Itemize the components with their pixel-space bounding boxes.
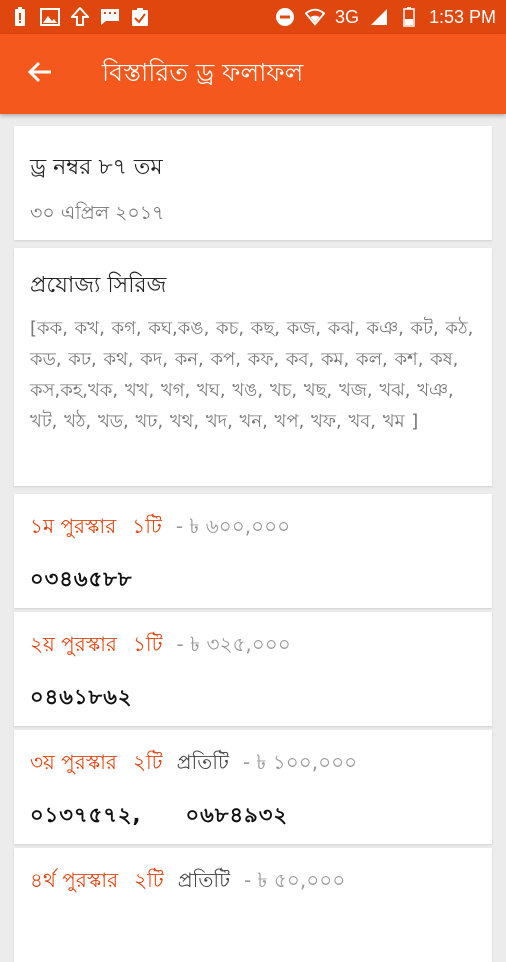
prize-card: ১ম পুরস্কার ১টি - ৳ ৬০০,০০০ ০৩৪৬৫৮৮ — [14, 494, 492, 608]
app-bar: বিস্তারিত ড্র ফলাফল — [0, 34, 506, 114]
prize-amount: - ৳ ১০০,০০০ — [242, 750, 358, 774]
clock: 1:53 PM — [428, 6, 496, 27]
winning-number: ০৩৪৬৫৮৮ — [30, 567, 133, 591]
network-type: 3G — [334, 6, 359, 27]
message-icon — [100, 7, 120, 27]
prize-name: ৪র্থ পুরস্কার — [30, 868, 119, 892]
prize-count: ১টি — [132, 632, 163, 656]
upload-icon — [70, 7, 90, 27]
winning-numbers: ০৪৬১৮৬২ — [30, 681, 476, 716]
battery-icon — [399, 7, 419, 27]
signal-icon — [369, 7, 389, 27]
do-not-disturb-icon — [275, 7, 295, 27]
prize-amount: - ৳ ৫০,০০০ — [243, 868, 346, 892]
battery-alert-icon — [10, 7, 30, 27]
prize-name: ১ম পুরস্কার — [30, 514, 117, 538]
prize-count: ২টি — [132, 750, 163, 774]
winning-number: ০৬৮৪৯৩২ — [185, 803, 289, 827]
prize-each-label: প্রতিটি — [176, 750, 229, 774]
draw-date: ৩০ এপ্রিল ২০১৭ — [30, 202, 165, 224]
series-card: প্রযোজ্য সিরিজ [কক, কখ, কগ, কঘ,কঙ, কচ, ক… — [14, 248, 492, 486]
series-title: প্রযোজ্য সিরিজ — [30, 273, 167, 298]
status-bar: 3G 1:53 PM — [0, 0, 506, 34]
wifi-icon — [304, 7, 325, 27]
prize-name: ৩য় পুরস্কার — [30, 750, 117, 774]
status-bar-right: 3G 1:53 PM — [275, 7, 496, 28]
image-icon — [40, 7, 60, 27]
prize-card: ৪র্থ পুরস্কার ২টি প্রতিটি - ৳ ৫০,০০০ — [14, 848, 492, 962]
prize-header: ৩য় পুরস্কার ২টি প্রতিটি - ৳ ১০০,০০০ — [30, 748, 476, 781]
prize-each-label: প্রতিটি — [177, 868, 230, 892]
winning-number: ০৪৬১৮৬২ — [30, 685, 133, 709]
prize-header: ৪র্থ পুরস্কার ২টি প্রতিটি - ৳ ৫০,০০০ — [30, 866, 476, 899]
prize-card: ২য় পুরস্কার ১টি - ৳ ৩২৫,০০০ ০৪৬১৮৬২ — [14, 612, 492, 726]
winning-numbers: ০৩৪৬৫৮৮ — [30, 563, 476, 598]
series-list: [কক, কখ, কগ, কঘ,কঙ, কচ, কছ, কজ, কঝ, কঞ, … — [30, 318, 474, 432]
prize-count: ২টি — [134, 868, 164, 892]
draw-info-card: ড্র নম্বর ৮৭ তম ৩০ এপ্রিল ২০১৭ — [14, 126, 492, 240]
prize-name: ২য় পুরস্কার — [30, 632, 117, 656]
prize-amount: - ৳ ৩২৫,০০০ — [176, 632, 291, 656]
winning-numbers: ০১৩৭৫৭২, ০৬৮৪৯৩২ — [30, 799, 476, 834]
clipboard-check-icon — [130, 7, 150, 27]
back-arrow-icon[interactable] — [27, 60, 53, 88]
draw-number: ড্র নম্বর ৮৭ তম — [30, 155, 163, 180]
prize-card: ৩য় পুরস্কার ২টি প্রতিটি - ৳ ১০০,০০০ ০১৩… — [14, 730, 492, 844]
winning-number: ০১৩৭৫৭২, — [30, 803, 142, 827]
prize-header: ২য় পুরস্কার ১টি - ৳ ৩২৫,০০০ — [30, 630, 476, 663]
page-title: বিস্তারিত ড্র ফলাফল — [102, 57, 304, 87]
prize-amount: - ৳ ৬০০,০০০ — [175, 514, 291, 538]
status-bar-left — [10, 7, 150, 27]
prize-header: ১ম পুরস্কার ১টি - ৳ ৬০০,০০০ — [30, 512, 476, 545]
back-button[interactable] — [10, 34, 70, 114]
prize-count: ১টি — [132, 514, 162, 538]
